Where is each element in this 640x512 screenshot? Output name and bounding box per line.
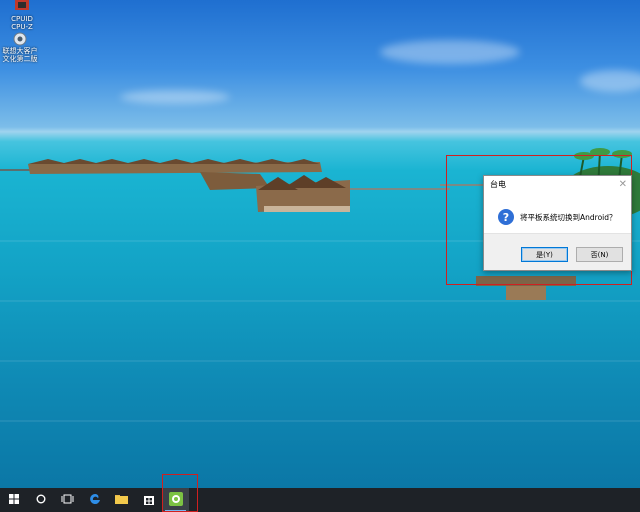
cloud (120, 90, 230, 104)
search-button[interactable] (27, 488, 54, 512)
taskbar-highlight-box (162, 474, 198, 512)
windows-logo-icon (8, 493, 19, 507)
sea-ripple (0, 360, 640, 362)
dialog-message: 将平板系统切换到Android？ (520, 212, 617, 222)
cloud (380, 40, 520, 64)
no-button[interactable]: 否(N) (576, 247, 623, 262)
desktop-icon-lenovo-app[interactable]: 联想大客户 文化第二版 (0, 32, 40, 63)
cpuz-icon (14, 0, 30, 14)
desktop-icon-label: CPUID (11, 15, 33, 23)
lenovo-app-icon (12, 32, 28, 46)
taskbar (0, 488, 640, 512)
switch-os-dialog: 台电 ✕ ? 将平板系统切换到Android？ 是(Y) 否(N) (483, 175, 632, 271)
desktop-icon-label: 联想大客户 (2, 47, 38, 55)
folder-icon (115, 494, 128, 507)
sea-ripple (0, 420, 640, 422)
dialog-title: 台电 (490, 180, 506, 189)
start-button[interactable] (0, 488, 27, 512)
task-view-button[interactable] (54, 488, 81, 512)
cloud (580, 70, 640, 92)
desktop-icon-label: CPU-Z (11, 23, 33, 31)
close-icon[interactable]: ✕ (619, 179, 627, 190)
store-button[interactable] (135, 488, 162, 512)
edge-icon (89, 493, 101, 508)
edge-button[interactable] (81, 488, 108, 512)
file-explorer-button[interactable] (108, 488, 135, 512)
task-view-icon (61, 494, 74, 507)
desktop-icon-label: 文化第二版 (2, 55, 38, 63)
question-icon: ? (498, 209, 514, 225)
yes-button[interactable]: 是(Y) (521, 247, 568, 262)
desktop-icon-cpuz[interactable]: CPUID CPU-Z (2, 0, 42, 31)
dialog-footer: 是(Y) 否(N) (484, 233, 631, 270)
desktop: CPUID CPU-Z 联想大客户 文化第二版 台电 ✕ ? 将平板系统切换到A… (0, 0, 640, 488)
store-icon (143, 493, 155, 508)
dialog-titlebar: 台电 ✕ (484, 176, 631, 193)
dialog-body: ? 将平板系统切换到Android？ (484, 193, 631, 231)
cortana-circle-icon (36, 494, 46, 507)
